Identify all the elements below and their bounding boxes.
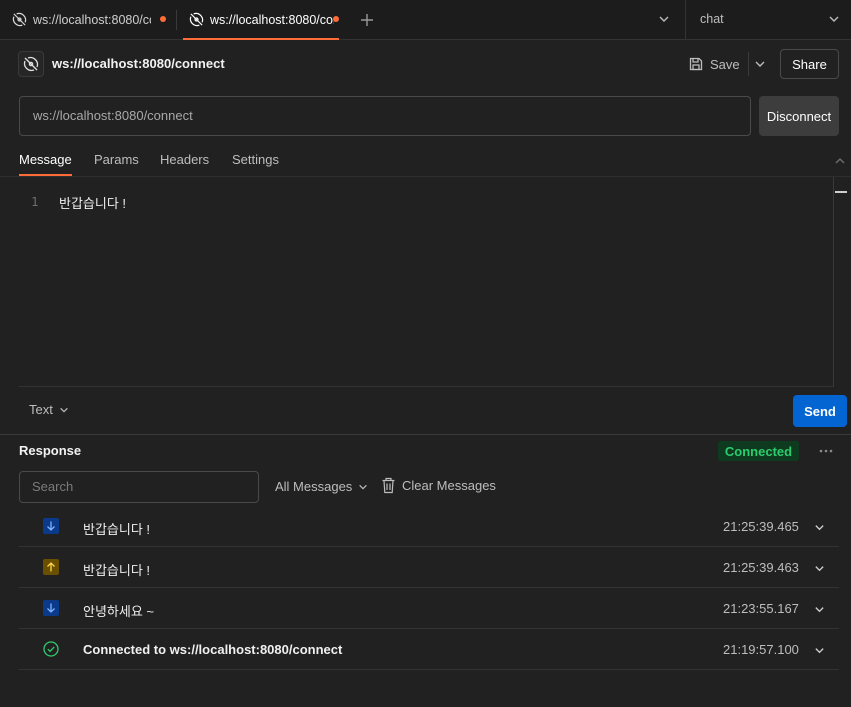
message-timestamp: 21:25:39.465 (723, 519, 799, 534)
filter-label: All Messages (275, 479, 353, 494)
message-filter-select[interactable]: All Messages (275, 479, 368, 494)
chevron-down-icon[interactable] (814, 522, 825, 533)
plus-icon[interactable] (358, 11, 376, 29)
chevron-up-icon[interactable] (834, 155, 846, 167)
chevron-down-icon[interactable] (814, 604, 825, 615)
editor-scrollbar[interactable] (833, 177, 834, 387)
message-editor[interactable]: 1 반갑습니다 ! (19, 177, 851, 387)
message-row[interactable]: 반갑습니다 ! 21:25:39.463 (19, 547, 839, 588)
disconnect-button[interactable]: Disconnect (759, 96, 839, 136)
send-button[interactable]: Send (793, 395, 847, 427)
websocket-icon (12, 12, 27, 27)
websocket-icon (18, 51, 44, 77)
tab-params[interactable]: Params (94, 148, 139, 176)
save-button[interactable]: Save (688, 52, 740, 76)
environment-selector[interactable]: chat (700, 12, 724, 26)
request-title[interactable]: ws://localhost:8080/connect (52, 56, 225, 71)
message-list: 반갑습니다 ! 21:25:39.465 반갑습니다 ! 21:25:39.46… (19, 506, 839, 670)
request-tab-active[interactable]: ws://localhost:8080/connect (177, 0, 339, 40)
chevron-down-icon[interactable] (754, 58, 766, 70)
divider (685, 0, 686, 40)
response-title: Response (19, 443, 82, 458)
tab-settings[interactable]: Settings (232, 148, 279, 176)
message-timestamp: 21:19:57.100 (723, 642, 799, 657)
tab-label: ws://localhost:8080/connect (210, 12, 334, 27)
tab-message[interactable]: Message (19, 148, 72, 176)
message-text: 안녕하세요 ~ (83, 604, 155, 619)
trash-icon (381, 477, 396, 494)
chevron-down-icon[interactable] (814, 563, 825, 574)
chevron-down-icon[interactable] (828, 13, 840, 25)
chevron-down-icon (60, 407, 68, 413)
request-tab[interactable]: ws://localhost:8080/connect (0, 0, 174, 39)
arrow-down-icon (43, 518, 59, 534)
divider (748, 52, 749, 76)
message-text: Connected to ws://localhost:8080/connect (83, 642, 343, 657)
pane-divider[interactable] (0, 434, 851, 435)
chevron-down-icon[interactable] (814, 645, 825, 656)
format-label: Text (29, 402, 53, 417)
message-timestamp: 21:23:55.167 (723, 601, 799, 616)
message-row[interactable]: 반갑습니다 ! 21:25:39.465 (19, 506, 839, 547)
clear-messages-label: Clear Messages (402, 478, 496, 493)
search-input[interactable]: Search (19, 471, 259, 503)
floppy-disk-icon (688, 56, 704, 72)
arrow-up-icon (43, 559, 59, 575)
unsaved-dot (333, 16, 339, 22)
tab-strip: ws://localhost:8080/connect ws://localho… (0, 0, 851, 40)
message-text: 반갑습니다 ! (83, 522, 151, 537)
save-label: Save (710, 56, 740, 72)
message-row[interactable]: 안녕하세요 ~ 21:23:55.167 (19, 588, 839, 629)
websocket-icon (189, 12, 204, 27)
more-horizontal-icon[interactable] (819, 446, 833, 456)
share-button[interactable]: Share (780, 49, 839, 79)
message-row[interactable]: Connected to ws://localhost:8080/connect… (19, 629, 839, 670)
status-badge: Connected (718, 441, 799, 461)
chevron-down-icon[interactable] (658, 13, 670, 25)
unsaved-dot (160, 16, 166, 22)
scrollbar-thumb[interactable] (835, 191, 847, 193)
message-text: 반갑습니다 ! (83, 563, 151, 578)
editor-line[interactable]: 반갑습니다 ! (59, 193, 126, 212)
tab-label: ws://localhost:8080/connect (33, 12, 151, 27)
message-format-select[interactable]: Text (29, 402, 69, 417)
tab-headers[interactable]: Headers (160, 148, 209, 176)
url-input[interactable]: ws://localhost:8080/connect (19, 96, 751, 136)
chevron-down-icon (359, 484, 368, 490)
message-timestamp: 21:25:39.463 (723, 560, 799, 575)
check-circle-icon (43, 641, 59, 657)
clear-messages-button[interactable]: Clear Messages (381, 477, 496, 494)
arrow-down-icon (43, 600, 59, 616)
line-number: 1 (31, 194, 39, 209)
divider (19, 386, 834, 387)
